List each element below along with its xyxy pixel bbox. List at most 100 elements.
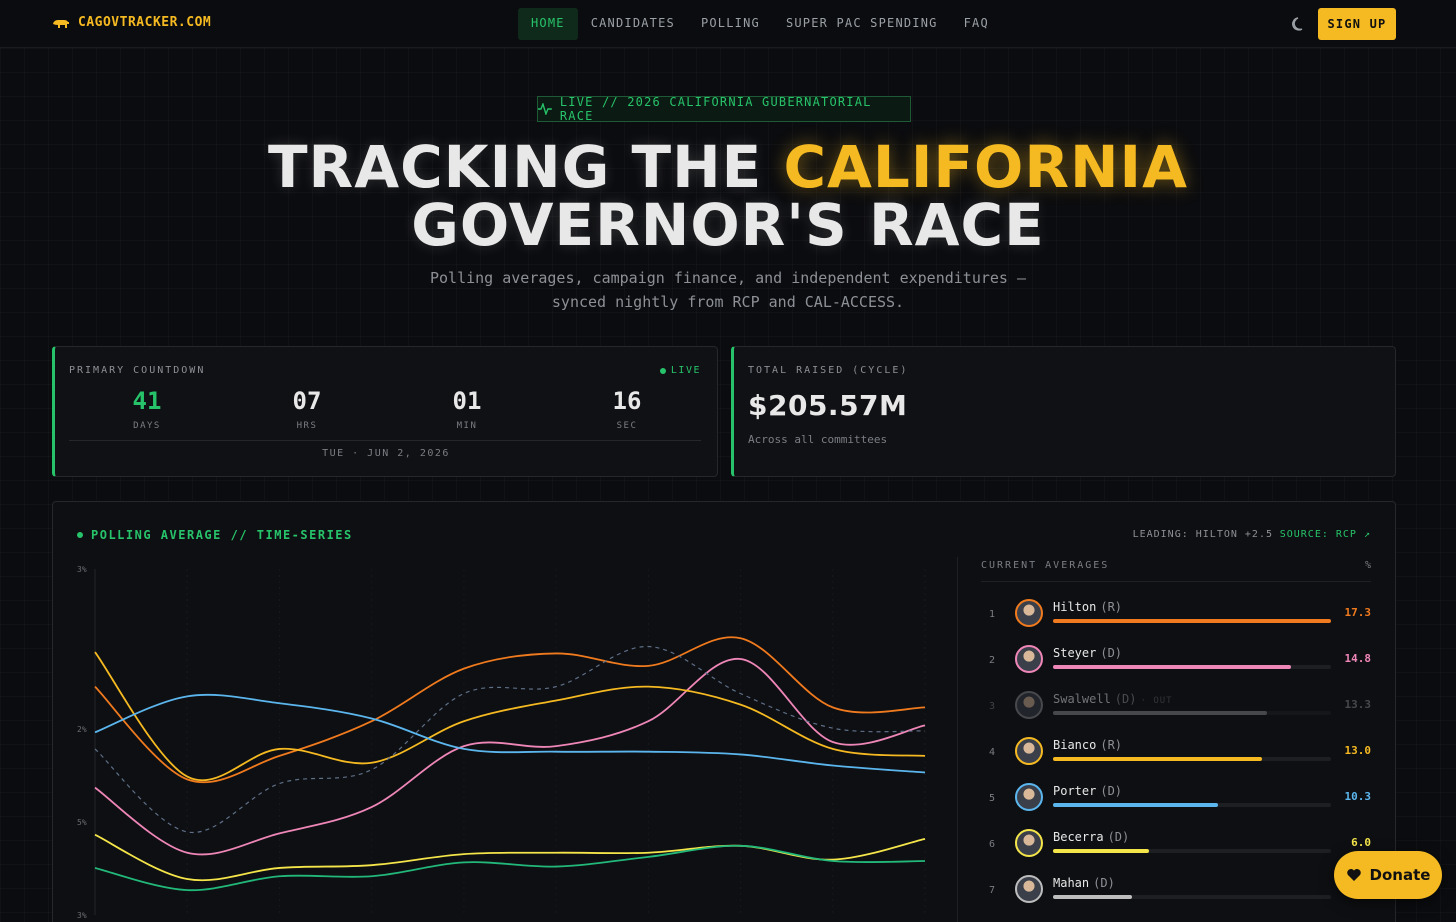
candidate-avatar	[1015, 875, 1043, 903]
candidate-value: 10.3	[1344, 790, 1372, 803]
candidate-bar-track	[1053, 711, 1331, 715]
candidate-out-badge: · OUT	[1140, 696, 1173, 706]
candidate-name: Bianco	[1053, 738, 1097, 752]
sign-up-button[interactable]: SIGN UP	[1318, 8, 1396, 40]
candidate-bar-track	[1053, 665, 1331, 669]
nav-super-pac-spending[interactable]: SUPER PAC SPENDING	[773, 8, 951, 40]
candidate-row[interactable]: 4 Bianco (R) 13.0	[981, 732, 1371, 772]
candidate-bar-fill	[1053, 895, 1132, 899]
moon-icon[interactable]	[1290, 15, 1308, 33]
candidate-rank: 1	[989, 609, 996, 620]
candidate-rank: 7	[989, 885, 996, 896]
polling-title-text: POLLING AVERAGE // TIME-SERIES	[91, 528, 353, 542]
y-tick-label: 2%	[77, 725, 87, 734]
candidate-bar-track	[1053, 757, 1331, 761]
candidate-bar-fill	[1053, 757, 1262, 761]
candidate-avatar	[1015, 691, 1043, 719]
candidate-party: (D)	[1107, 830, 1130, 844]
candidate-value: 6.0	[1351, 836, 1371, 849]
live-dot-icon	[659, 367, 666, 374]
candidate-party: (D)	[1100, 784, 1123, 798]
candidate-rank: 3	[989, 701, 996, 712]
candidate-rank: 2	[989, 655, 996, 666]
countdown-live-text: LIVE	[670, 365, 701, 376]
candidate-name-line: Mahan (D)	[1053, 876, 1119, 890]
candidate-bar-track	[1053, 849, 1331, 853]
candidate-bar-fill	[1053, 849, 1150, 853]
candidate-name-line: Porter (D)	[1053, 784, 1126, 798]
y-tick-label: 3%	[77, 911, 87, 920]
donate-button[interactable]: Donate	[1334, 851, 1442, 899]
countdown-hours-label: HRS	[296, 421, 318, 431]
nav-faq[interactable]: FAQ	[951, 8, 1002, 40]
candidate-name-line: Steyer (D)	[1053, 646, 1126, 660]
candidate-rank: 4	[989, 747, 996, 758]
current-averages-label: CURRENT AVERAGES	[981, 560, 1110, 571]
candidate-value: 13.0	[1344, 744, 1372, 757]
candidate-party: (R)	[1100, 738, 1123, 752]
candidate-name: Mahan	[1053, 876, 1090, 890]
polling-source-link[interactable]: SOURCE: RCP ↗	[1280, 529, 1371, 540]
polling-chart[interactable]: 3% 2% 5% 3%	[73, 557, 935, 922]
total-raised-value: $205.57M	[748, 389, 908, 422]
polling-dot-icon	[77, 532, 83, 538]
candidate-party: (R)	[1100, 600, 1123, 614]
countdown-seconds: 16 SEC	[567, 387, 687, 431]
candidate-bar-fill	[1053, 619, 1331, 623]
candidate-party: (D)	[1114, 692, 1137, 706]
percent-label: %	[1364, 560, 1371, 571]
countdown-label: PRIMARY COUNTDOWN	[69, 365, 206, 376]
candidate-row[interactable]: 1 Hilton (R) 17.3	[981, 594, 1371, 634]
countdown-minutes: 01 MIN	[407, 387, 527, 431]
nav-home[interactable]: HOME	[518, 8, 578, 40]
nav-candidates[interactable]: CANDIDATES	[578, 8, 688, 40]
candidate-avatar	[1015, 829, 1043, 857]
panel-divider	[957, 557, 958, 922]
polling-title: POLLING AVERAGE // TIME-SERIES	[77, 528, 353, 542]
countdown-divider	[69, 440, 701, 441]
candidate-name: Steyer	[1053, 646, 1097, 660]
candidate-avatar	[1015, 645, 1043, 673]
brand-logo[interactable]: CAGOVTRACKER.COM	[52, 15, 211, 30]
candidate-party: (D)	[1100, 646, 1123, 660]
candidate-row[interactable]: 5 Porter (D) 10.3	[981, 778, 1371, 818]
countdown-minutes-label: MIN	[456, 421, 478, 431]
live-race-text: LIVE // 2026 CALIFORNIA GUBERNATORIAL RA…	[559, 95, 872, 123]
polling-panel: POLLING AVERAGE // TIME-SERIES LEADING: …	[52, 501, 1396, 922]
candidate-name: Hilton	[1053, 600, 1097, 614]
candidate-avatar	[1015, 783, 1043, 811]
candidate-bar-track	[1053, 895, 1331, 899]
series-line-porter	[94, 693, 926, 774]
nav-links: HOME CANDIDATES POLLING SUPER PAC SPENDI…	[518, 8, 1002, 40]
candidate-name-line: Swalwell (D) · OUT	[1053, 692, 1173, 706]
bear-icon	[53, 19, 69, 28]
candidate-rank: 5	[989, 793, 996, 804]
y-tick-label: 5%	[77, 818, 87, 827]
total-raised-label: TOTAL RAISED (CYCLE)	[748, 365, 909, 376]
countdown-minutes-value: 01	[452, 387, 482, 415]
candidate-avatar	[1015, 737, 1043, 765]
current-averages-header: CURRENT AVERAGES %	[981, 560, 1371, 571]
series-line-steyer	[94, 658, 926, 856]
nav-polling[interactable]: POLLING	[688, 8, 773, 40]
candidate-row[interactable]: 6 Becerra (D) 6.0	[981, 824, 1371, 864]
candidate-row[interactable]: 3 Swalwell (D) · OUT 13.3	[981, 686, 1371, 726]
countdown-hours-value: 07	[292, 387, 322, 415]
candidate-bar-track	[1053, 619, 1331, 623]
brand-name: CAGOVTRACKER.COM	[78, 15, 212, 30]
candidate-avatar	[1015, 599, 1043, 627]
series-line-swalwell	[94, 645, 926, 833]
polling-leading: LEADING: HILTON +2.5	[1132, 529, 1273, 540]
candidate-row[interactable]: 2 Steyer (D) 14.8	[981, 640, 1371, 680]
candidate-bar-fill	[1053, 711, 1267, 715]
candidate-bar-fill	[1053, 803, 1219, 807]
hero-subtitle: Polling averages, campaign finance, and …	[429, 269, 1027, 311]
countdown-card: PRIMARY COUNTDOWN LIVE 41 DAYS 07 HRS 01…	[52, 346, 718, 477]
live-race-badge: LIVE // 2026 CALIFORNIA GUBERNATORIAL RA…	[537, 95, 911, 123]
candidate-row[interactable]: 7 Mahan (D)	[981, 870, 1371, 910]
countdown-days: 41 DAYS	[87, 387, 207, 431]
y-tick-label: 3%	[77, 565, 87, 574]
hero-title: TRACKING THE CALIFORNIA GOVERNOR'S RACE	[0, 138, 1456, 254]
donate-label: Donate	[1369, 866, 1431, 884]
candidate-value: 13.3	[1344, 698, 1372, 711]
